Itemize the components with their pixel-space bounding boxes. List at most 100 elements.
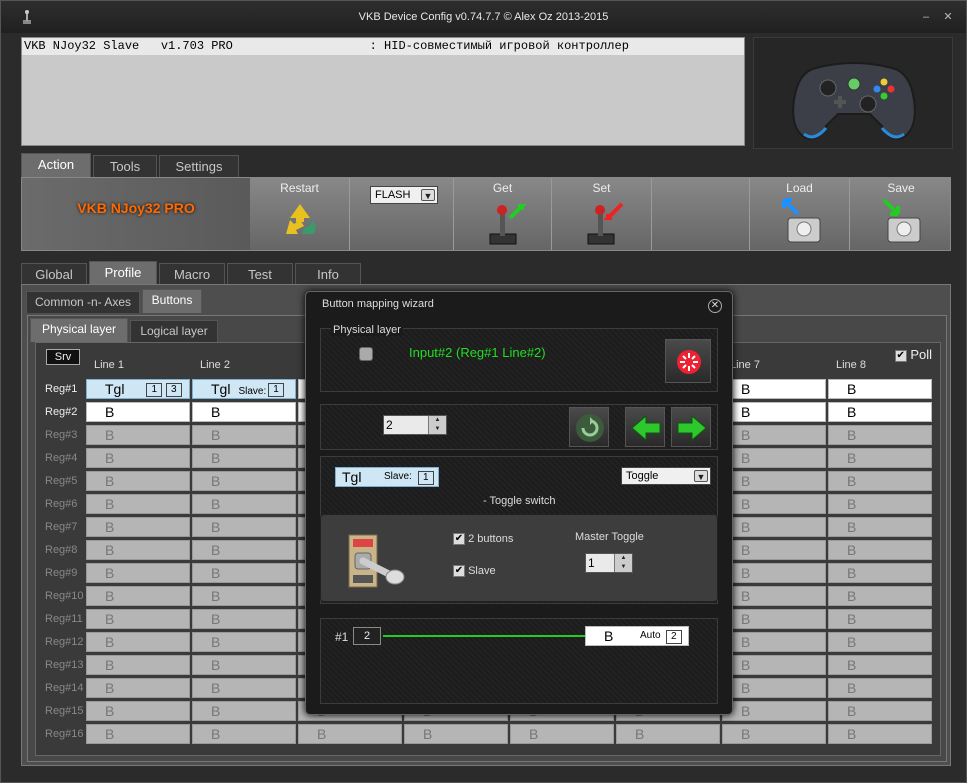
stepper-arrows[interactable]: ▲ ▼ [428,416,446,434]
tab-info[interactable]: Info [295,263,361,285]
grid-cell[interactable]: B [86,586,190,606]
grid-cell[interactable]: B [828,655,932,675]
reset-input-button[interactable] [665,339,711,383]
grid-cell[interactable]: B [192,586,296,606]
grid-cell[interactable]: B [722,632,826,652]
load-button[interactable]: Load [750,178,850,250]
grid-cell[interactable]: B [86,609,190,629]
grid-cell[interactable]: B [86,655,190,675]
grid-cell[interactable]: B [86,471,190,491]
grid-cell[interactable]: B [86,494,190,514]
grid-cell[interactable]: B [192,632,296,652]
two-buttons-checkbox[interactable]: ✔ 2 buttons [453,533,513,546]
map-source-value[interactable]: 2 [353,627,381,645]
grid-cell[interactable]: B [86,632,190,652]
tab-settings[interactable]: Settings [159,155,239,177]
grid-cell[interactable]: B [86,448,190,468]
grid-cell[interactable]: B [722,586,826,606]
grid-cell[interactable]: B [86,563,190,583]
two-buttons-check[interactable]: ✔ [453,533,465,546]
grid-cell[interactable]: B [192,471,296,491]
tab-logical-layer[interactable]: Logical layer [130,320,218,342]
grid-cell[interactable]: B [828,724,932,744]
next-button[interactable] [671,407,711,447]
tab-common-axes[interactable]: Common -n- Axes [26,291,140,313]
map-target-cell[interactable]: B Auto 2 [585,626,689,646]
grid-cell[interactable]: B [192,494,296,514]
tab-macro[interactable]: Macro [159,263,225,285]
grid-cell[interactable]: B [192,609,296,629]
grid-cell[interactable]: B [192,655,296,675]
grid-cell[interactable]: B [722,379,826,399]
tab-tools[interactable]: Tools [93,155,157,177]
previous-button[interactable] [625,407,665,447]
grid-cell[interactable]: B [86,517,190,537]
poll-check-box[interactable]: ✔ [894,349,907,362]
save-button[interactable]: Save [850,178,950,250]
grid-cell[interactable]: B [722,402,826,422]
grid-cell[interactable]: Tgl 1 3 [86,379,190,399]
stepper-down-icon[interactable]: ▼ [621,564,627,570]
grid-cell[interactable]: B [86,701,190,721]
tab-physical-layer[interactable]: Physical layer [30,318,128,342]
grid-cell[interactable]: B [510,724,614,744]
grid-cell[interactable]: B [828,517,932,537]
tab-profile[interactable]: Profile [89,261,157,285]
stepper-down-icon[interactable]: ▼ [435,426,441,432]
grid-cell[interactable]: B [86,402,190,422]
grid-cell[interactable]: B [722,494,826,514]
tab-action[interactable]: Action [21,153,91,177]
grid-cell[interactable]: B [828,379,932,399]
grid-cell[interactable]: B [86,425,190,445]
restart-button[interactable]: Restart [250,178,350,250]
wizard-close-button[interactable]: ✕ [708,299,722,313]
srv-button[interactable]: Srv [46,349,80,365]
grid-cell[interactable]: B [192,540,296,560]
stepper-up-icon[interactable]: ▲ [435,417,441,423]
grid-cell[interactable]: B [192,563,296,583]
grid-cell[interactable]: B [86,724,190,744]
close-button[interactable]: ✕ [941,10,955,24]
get-button[interactable]: Get [454,178,552,250]
grid-cell[interactable]: B [404,724,508,744]
master-stepper-arrows[interactable]: ▲ ▼ [614,554,632,572]
input-number-stepper[interactable]: 2 ▲ ▼ [383,415,447,435]
tab-global[interactable]: Global [21,263,87,285]
slave-checkbox[interactable]: ✔ Slave [453,565,496,578]
grid-cell[interactable]: B [722,655,826,675]
grid-cell[interactable]: B [828,678,932,698]
grid-cell[interactable]: B [828,563,932,583]
stepper-up-icon[interactable]: ▲ [621,555,627,561]
grid-cell[interactable]: B [722,724,826,744]
tab-buttons[interactable]: Buttons [142,289,202,313]
grid-cell[interactable]: B [828,402,932,422]
grid-cell[interactable]: B [192,448,296,468]
grid-cell[interactable]: B [722,609,826,629]
flash-dropdown[interactable]: FLASH ▼ [370,186,438,204]
poll-checkbox[interactable]: ✔ Poll [894,347,932,362]
grid-cell[interactable]: B [722,701,826,721]
grid-cell[interactable]: Tgl Slave: 1 [192,379,296,399]
grid-cell[interactable]: B [828,540,932,560]
set-button[interactable]: Set [552,178,652,250]
grid-cell[interactable]: B [192,724,296,744]
slave-check[interactable]: ✔ [453,565,465,578]
grid-cell[interactable]: B [828,448,932,468]
refresh-button[interactable] [569,407,609,447]
grid-cell[interactable]: B [722,517,826,537]
minimize-button[interactable]: – [919,10,933,24]
grid-cell[interactable]: B [192,402,296,422]
grid-cell[interactable]: B [86,540,190,560]
grid-cell[interactable]: B [722,540,826,560]
grid-cell[interactable]: B [828,632,932,652]
grid-cell[interactable]: B [828,701,932,721]
device-info-line[interactable]: VKB NJoy32 Slave v1.703 PRO : HID-совмес… [22,38,744,55]
mode-dropdown[interactable]: Toggle ▼ [621,467,711,485]
grid-cell[interactable]: B [722,471,826,491]
device-info-list[interactable]: VKB NJoy32 Slave v1.703 PRO : HID-совмес… [21,37,745,146]
grid-cell[interactable]: B [192,517,296,537]
grid-cell[interactable]: B [828,586,932,606]
grid-cell[interactable]: B [86,678,190,698]
grid-cell[interactable]: B [616,724,720,744]
grid-cell[interactable]: B [828,609,932,629]
